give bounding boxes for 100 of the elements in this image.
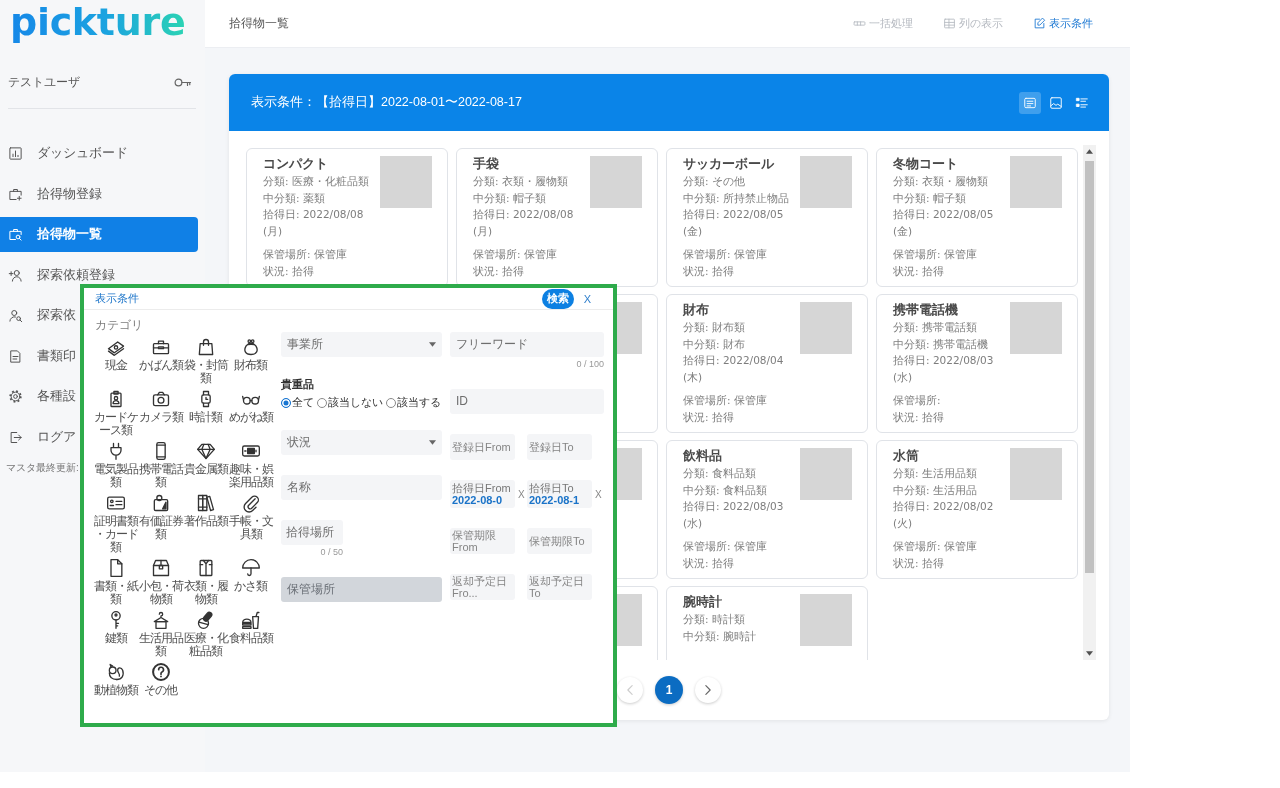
key-icon[interactable] (174, 76, 192, 88)
category-option[interactable]: 動植物類 (93, 662, 138, 697)
item-card[interactable]: サッカーボール 分類: その他 中分類: 所持禁止物品 拾得日: 2022/08/05 (金) 保管場所: 保管庫 状況: 拾得 (666, 148, 868, 287)
category-option[interactable]: 趣味・娯楽用品類 (228, 441, 273, 489)
photo-placeholder (800, 156, 852, 208)
category-option[interactable]: 小包・荷物類 (138, 558, 183, 606)
category-option[interactable]: 貴金属類 (183, 441, 228, 489)
item-status: 状況: 拾得 (683, 409, 734, 425)
photo-placeholder (1010, 156, 1062, 208)
text-field[interactable]: ID (450, 389, 604, 414)
view-mode-button[interactable] (1019, 91, 1041, 114)
text-box-icon (1023, 95, 1037, 110)
category-option[interactable]: 財布類 (228, 337, 273, 385)
category-option[interactable]: 携帯電話類 (138, 441, 183, 489)
scrollbar[interactable] (1083, 145, 1096, 660)
date-field[interactable]: 登録日From (450, 434, 515, 460)
category-option[interactable]: 著作品類 (183, 493, 228, 554)
page-button[interactable]: 1 (655, 676, 683, 704)
storage-location: 保管場所: 保管庫 (263, 247, 347, 262)
text-field[interactable]: 拾得場所 (281, 520, 343, 545)
item-name: 冬物コート (893, 155, 958, 173)
item-category: 分類: 財布類 (683, 320, 745, 335)
item-name: 飲料品 (683, 447, 722, 465)
category-option[interactable]: カードケース類 (93, 389, 138, 437)
category-option[interactable]: 手帳・文具類 (228, 493, 273, 554)
nav-item[interactable]: ログア (0, 419, 76, 455)
next-page-button[interactable] (695, 677, 721, 703)
category-option[interactable]: その他 (138, 662, 183, 697)
scrollbar-thumb[interactable] (1085, 161, 1094, 573)
radio-option[interactable]: 該当しない (317, 395, 383, 410)
item-card[interactable]: 財布 分類: 財布類 中分類: 財布 拾得日: 2022/08/04 (木) 保管場所: 保管庫 状況: 拾得 (666, 294, 868, 433)
item-card[interactable]: 携帯電話機 分類: 携帯電話類 中分類: 携帯電話機 拾得日: 2022/08/03 (水) 保管場所: 状況: 拾得 (876, 294, 1078, 433)
radio-button[interactable] (317, 397, 327, 408)
nav-item[interactable]: 探索依頼登録 (0, 257, 115, 293)
char-counter: 0 / 50 (320, 547, 343, 557)
date-field[interactable]: 返却予定日To (527, 574, 592, 600)
nav-item[interactable]: 各種設 (0, 379, 76, 414)
burger-drink-icon (240, 610, 261, 630)
date-field[interactable]: 拾得日From 2022-08-0 (450, 480, 515, 508)
category-option[interactable]: めがね類 (228, 389, 273, 437)
category-option[interactable]: カメラ類 (138, 389, 183, 437)
date-field[interactable]: 拾得日To 2022-08-1 (527, 480, 592, 508)
category-option[interactable]: 袋・封筒類 (183, 337, 228, 385)
briefcase-plus-icon (8, 186, 23, 202)
item-card[interactable]: 飲料品 分類: 食料品類 中分類: 食料品類 拾得日: 2022/08/03 (水) 保管場所: 保管庫 状況: 拾得 (666, 440, 868, 579)
item-card[interactable]: 腕時計 分類: 時計類 中分類: 腕時計 (666, 586, 868, 660)
category-option[interactable]: 食料品類 (228, 610, 273, 658)
radio-option[interactable]: 該当する (386, 395, 441, 410)
clear-button[interactable]: X (595, 488, 602, 500)
nav-item[interactable]: ダッシュボード (0, 136, 128, 171)
item-card[interactable]: 手袋 分類: 衣類・履物類 中分類: 帽子類 拾得日: 2022/08/08 (月) 保管場所: 保管庫 状況: 拾得 (456, 148, 658, 287)
date-field[interactable]: 保管期限From (450, 528, 515, 554)
search-button[interactable]: 検索 (541, 288, 574, 309)
text-field[interactable]: フリーワード (450, 332, 604, 357)
category-option[interactable]: 書類・紙類 (93, 558, 138, 606)
category-option[interactable]: 時計類 (183, 389, 228, 437)
table-icon (943, 17, 956, 30)
date-field[interactable]: 登録日To (527, 434, 592, 460)
item-category: 分類: その他 (683, 174, 745, 189)
category-option[interactable]: 現金 (93, 337, 138, 385)
found-date: 拾得日: 2022/08/08 (月) (263, 207, 365, 239)
item-card[interactable]: 水筒 分類: 生活用品類 中分類: 生活用品 拾得日: 2022/08/02 (火) 保管場所: 保管庫 状況: 拾得 (876, 440, 1078, 579)
category-option[interactable]: 有価証券類 (138, 493, 183, 554)
category-option[interactable]: 電気製品類 (93, 441, 138, 489)
category-option[interactable]: 鍵類 (93, 610, 138, 658)
text-field[interactable]: 名称 (281, 475, 442, 500)
item-name: コンパクト (263, 155, 328, 173)
nav-item[interactable]: 書類印 (0, 338, 76, 374)
toolbar-button[interactable]: 表示条件 (1033, 16, 1093, 31)
category-option[interactable]: 証明書類・カード類 (93, 493, 138, 554)
select-field[interactable]: 状況 (281, 430, 442, 455)
nav-item[interactable]: 探索依 (0, 298, 76, 333)
storage-location: 保管場所: 保管庫 (893, 247, 977, 262)
select-field[interactable]: 事業所 (281, 332, 442, 357)
radio-button[interactable] (281, 397, 291, 408)
close-button[interactable]: X (583, 292, 591, 305)
item-name: サッカーボール (683, 155, 774, 173)
nav-item[interactable]: 拾得物登録 (0, 176, 102, 212)
page-title: 拾得物一覧 (229, 16, 289, 31)
pills-icon (195, 610, 216, 630)
date-field[interactable]: 保管期限To (527, 528, 592, 554)
scroll-down-icon[interactable] (1086, 651, 1093, 656)
category-option[interactable]: かさ類 (228, 558, 273, 606)
date-field[interactable]: 返却予定日Fro... (450, 574, 515, 600)
briefcase-search-icon (8, 227, 23, 242)
category-option[interactable]: 衣類・履物類 (183, 558, 228, 606)
radio-option[interactable]: 全て (281, 395, 314, 410)
storage-location: 保管場所: 保管庫 (683, 539, 767, 554)
person-plus-icon (8, 267, 23, 283)
category-option[interactable]: かばん類 (138, 337, 183, 385)
category-option[interactable]: 生活用品類 (138, 610, 183, 658)
diamond-icon (195, 441, 216, 461)
item-card[interactable]: コンパクト 分類: 医療・化粧品類 中分類: 薬類 拾得日: 2022/08/08 (月) 保管場所: 保管庫 状況: 拾得 (246, 148, 448, 287)
radio-button[interactable] (386, 397, 396, 408)
chevron-left-icon (627, 685, 633, 695)
clear-button[interactable]: X (518, 488, 525, 500)
category-option[interactable]: 医療・化粧品類 (183, 610, 228, 658)
scroll-up-icon[interactable] (1086, 149, 1093, 154)
nav-item[interactable]: 拾得物一覧 (0, 217, 198, 252)
item-card[interactable]: 冬物コート 分類: 衣類・履物類 中分類: 帽子類 拾得日: 2022/08/05 (金) 保管場所: 保管庫 状況: 拾得 (876, 148, 1078, 287)
